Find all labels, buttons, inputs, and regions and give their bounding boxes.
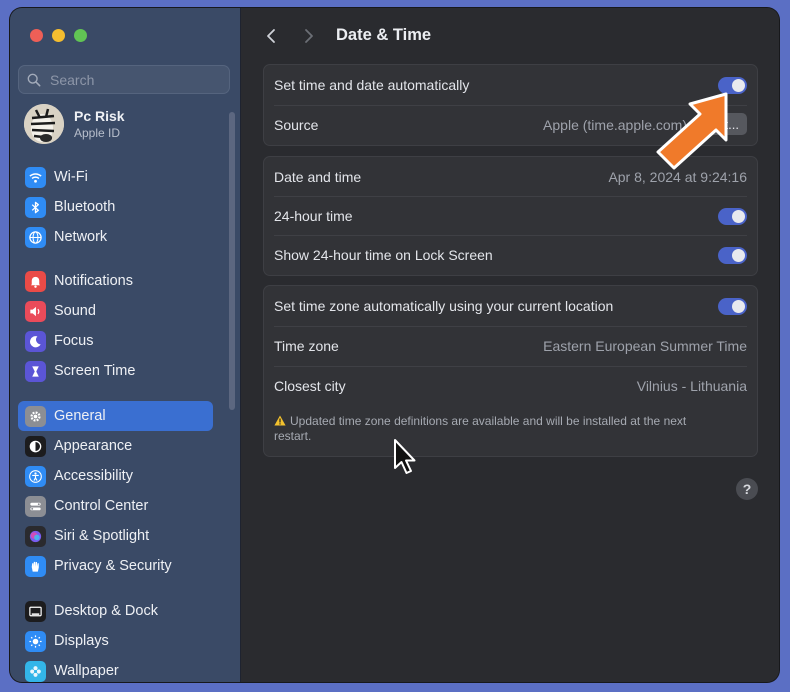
sidebar-item-label: Privacy & Security: [54, 558, 172, 574]
sidebar-item-label: Control Center: [54, 498, 149, 514]
tz-auto-row: Set time zone automatically using your c…: [264, 286, 757, 326]
sidebar-item-label: Appearance: [54, 438, 133, 454]
sidebar-item-sound[interactable]: Sound: [18, 296, 213, 326]
time-zone-value: Eastern European Summer Time: [543, 338, 747, 354]
gear-icon: [25, 405, 46, 427]
control-center-icon: [25, 495, 46, 517]
time-zone-row: Time zone Eastern European Summer Time: [264, 326, 757, 366]
annotation-arrow-icon: [656, 92, 728, 170]
chevron-right-icon: [305, 29, 313, 43]
sidebar-item-label: Wallpaper: [54, 663, 119, 679]
lockscreen-row: Show 24-hour time on Lock Screen: [264, 235, 757, 275]
h24-row: 24-hour time: [264, 196, 757, 236]
apple-id-profile[interactable]: Pc Risk Apple ID: [24, 104, 125, 144]
sidebar-item-label: Notifications: [54, 273, 133, 289]
hourglass-icon: [25, 360, 46, 382]
sidebar-item-focus[interactable]: Focus: [18, 326, 213, 356]
sidebar-item-general[interactable]: General: [18, 401, 213, 431]
help-button[interactable]: ?: [736, 478, 758, 500]
source-label: Source: [274, 117, 319, 133]
sidebar-item-label: General: [54, 408, 106, 424]
settings-window: Pc Risk Apple ID Wi-Fi Bluetooth Network: [10, 8, 779, 682]
sidebar-item-label: Displays: [54, 633, 109, 649]
bluetooth-icon: [25, 196, 46, 218]
sidebar-item-label: Wi-Fi: [54, 169, 88, 185]
date-time-label: Date and time: [274, 169, 362, 185]
avatar: [24, 104, 64, 144]
sidebar-item-wifi[interactable]: Wi-Fi: [18, 162, 213, 192]
dock-icon: [25, 600, 46, 622]
chevron-left-icon: [267, 29, 275, 43]
sun-icon: [25, 630, 46, 652]
mouse-cursor-icon: [394, 439, 416, 474]
search-field[interactable]: [18, 65, 230, 94]
forward-button[interactable]: [299, 26, 319, 46]
hand-icon: [25, 555, 46, 577]
tz-auto-label: Set time zone automatically using your c…: [274, 298, 614, 314]
closest-city-label: Closest city: [274, 378, 346, 394]
bell-icon: [25, 270, 46, 292]
sidebar-item-screen-time[interactable]: Screen Time: [18, 356, 213, 386]
update-warning: Updated time zone definitions are availa…: [274, 414, 714, 444]
zoom-window-button[interactable]: [74, 29, 87, 42]
moon-icon: [25, 330, 46, 352]
sidebar-item-siri-spotlight[interactable]: Siri & Spotlight: [18, 521, 213, 551]
h24-label: 24-hour time: [274, 208, 353, 224]
search-icon: [27, 73, 41, 86]
appearance-icon: [25, 435, 46, 457]
minimize-window-button[interactable]: [52, 29, 65, 42]
speaker-icon: [25, 300, 46, 322]
sidebar-item-privacy-security[interactable]: Privacy & Security: [18, 551, 213, 581]
sidebar-item-wallpaper[interactable]: Wallpaper: [18, 656, 213, 682]
main-pane: Date & Time Set time and date automatica…: [241, 8, 779, 682]
profile-name: Pc Risk: [74, 108, 125, 124]
back-button[interactable]: [261, 26, 281, 46]
auto-time-label: Set time and date automatically: [274, 77, 470, 93]
update-warning-text: Updated time zone definitions are availa…: [274, 414, 687, 443]
wallpaper-icon: [25, 660, 46, 682]
h24-toggle[interactable]: [718, 207, 747, 225]
closest-city-row: Closest city Vilnius - Lithuania: [264, 366, 757, 406]
sidebar-item-label: Accessibility: [54, 468, 133, 484]
closest-city-value: Vilnius - Lithuania: [636, 378, 747, 394]
globe-icon: [25, 226, 46, 248]
date-time-group: Date and time Apr 8, 2024 at 9:24:16 24-…: [263, 156, 758, 276]
close-window-button[interactable]: [30, 29, 43, 42]
lockscreen-label: Show 24-hour time on Lock Screen: [274, 247, 493, 263]
sidebar: Pc Risk Apple ID Wi-Fi Bluetooth Network: [10, 8, 241, 682]
sidebar-item-label: Sound: [54, 303, 96, 319]
search-input[interactable]: [48, 70, 222, 89]
sidebar-item-displays[interactable]: Displays: [18, 626, 213, 656]
sidebar-item-label: Siri & Spotlight: [54, 528, 150, 544]
sidebar-item-label: Focus: [54, 333, 94, 349]
tz-auto-toggle[interactable]: [718, 297, 747, 315]
sidebar-item-label: Network: [54, 229, 108, 245]
accessibility-icon: [25, 465, 46, 487]
sidebar-item-network[interactable]: Network: [18, 222, 213, 252]
sidebar-item-desktop-dock[interactable]: Desktop & Dock: [18, 596, 213, 626]
sidebar-item-bluetooth[interactable]: Bluetooth: [18, 192, 213, 222]
wifi-icon: [25, 166, 46, 188]
sidebar-item-notifications[interactable]: Notifications: [18, 266, 213, 296]
sidebar-item-label: Desktop & Dock: [54, 603, 158, 619]
sidebar-scrollbar[interactable]: [229, 112, 235, 410]
lockscreen-toggle[interactable]: [718, 246, 747, 264]
sidebar-item-accessibility[interactable]: Accessibility: [18, 461, 213, 491]
sidebar-item-control-center[interactable]: Control Center: [18, 491, 213, 521]
time-zone-label: Time zone: [274, 338, 339, 354]
sidebar-item-appearance[interactable]: Appearance: [18, 431, 213, 461]
warning-icon: [274, 415, 286, 426]
time-zone-group: Set time zone automatically using your c…: [263, 285, 758, 457]
sidebar-item-label: Screen Time: [54, 363, 136, 379]
profile-subtitle: Apple ID: [74, 126, 121, 140]
siri-icon: [25, 525, 46, 547]
page-title: Date & Time: [336, 26, 432, 44]
window-controls: [30, 29, 87, 42]
sidebar-item-label: Bluetooth: [54, 199, 116, 215]
